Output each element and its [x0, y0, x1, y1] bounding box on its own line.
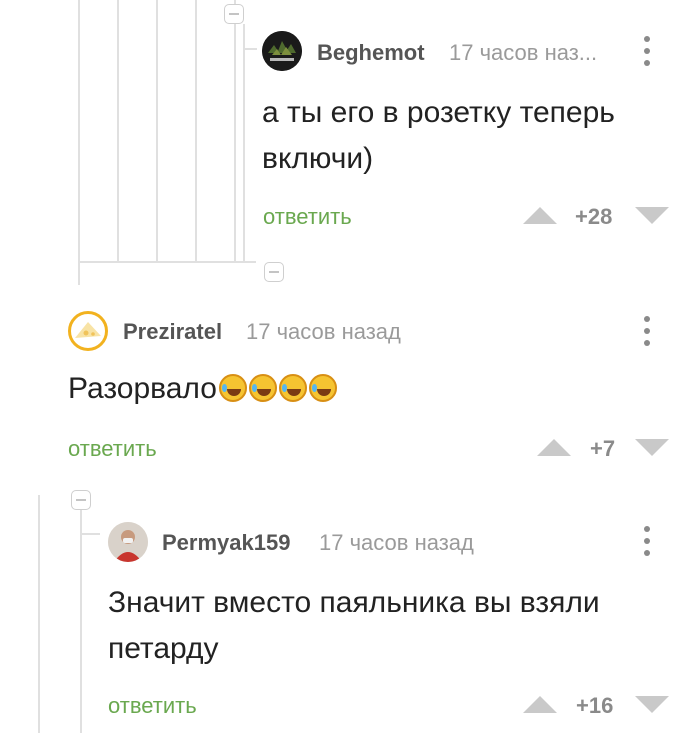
thread-line	[234, 0, 236, 262]
comment-text-content: Разорвало	[68, 372, 217, 405]
thread-line	[78, 0, 80, 285]
person-photo-avatar-icon	[108, 522, 148, 562]
more-options-icon[interactable]	[640, 36, 654, 66]
thread-line	[156, 0, 158, 262]
username[interactable]: Preziratel	[123, 319, 222, 345]
reply-button[interactable]: ответить	[68, 436, 157, 462]
user-avatar[interactable]	[68, 311, 108, 351]
thread-line	[195, 0, 197, 262]
upvote-icon[interactable]	[523, 207, 557, 224]
cheese-avatar-icon	[75, 322, 101, 338]
rolling-laughing-face-icon	[278, 374, 307, 402]
collapse-thread-button[interactable]	[224, 4, 244, 24]
comment-text: а ты его в розетку теперь включи)	[262, 96, 615, 175]
thread-line	[243, 48, 257, 50]
downvote-icon[interactable]	[635, 207, 669, 224]
rating-value: +28	[575, 204, 613, 229]
thread-line	[38, 495, 40, 733]
reply-button[interactable]: ответить	[263, 204, 352, 230]
comment-text: Разорвало	[68, 366, 337, 412]
thread-line	[243, 24, 245, 262]
rating-value: +7	[590, 436, 616, 461]
upvote-icon[interactable]	[537, 439, 571, 456]
user-avatar[interactable]	[262, 31, 302, 71]
user-avatar[interactable]	[108, 522, 148, 562]
rolling-laughing-face-icon	[218, 374, 247, 402]
reply-button[interactable]: ответить	[108, 693, 197, 719]
rolling-laughing-face-icon	[248, 374, 277, 402]
rating-value: +16	[576, 693, 614, 718]
upvote-icon[interactable]	[523, 696, 557, 713]
timestamp: 17 часов назад	[319, 530, 474, 555]
username[interactable]: Permyak159	[162, 530, 290, 556]
collapse-thread-button[interactable]	[264, 262, 284, 282]
thread-line	[117, 0, 119, 262]
thread-line	[80, 533, 100, 535]
thread-line	[80, 510, 82, 733]
thread-line	[78, 261, 256, 263]
username[interactable]: Beghemot	[317, 40, 425, 66]
timestamp: 17 часов назад	[246, 319, 401, 344]
more-options-icon[interactable]	[640, 526, 654, 556]
downvote-icon[interactable]	[635, 439, 669, 456]
collapse-thread-button[interactable]	[71, 490, 91, 510]
dark-camo-avatar-icon	[262, 31, 302, 71]
downvote-icon[interactable]	[635, 696, 669, 713]
timestamp: 17 часов наз...	[449, 40, 598, 65]
more-options-icon[interactable]	[640, 316, 654, 346]
rolling-laughing-face-icon	[308, 374, 337, 402]
comment-text: Значит вместо паяльника вы взяли петарду	[108, 586, 600, 665]
